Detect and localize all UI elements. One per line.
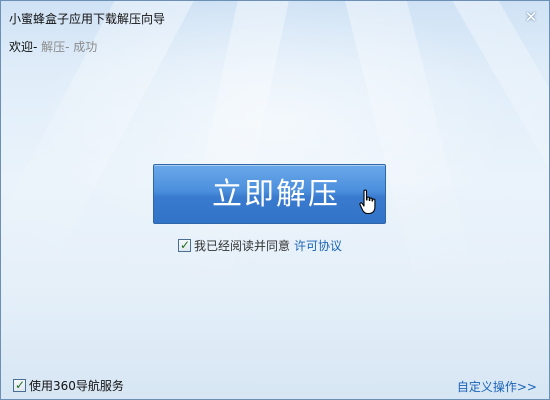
background-light-ray [176, 1, 301, 299]
close-icon[interactable]: ✕ [523, 9, 539, 25]
hand-pointer-icon [359, 189, 376, 215]
checkmark-icon: ✓ [180, 238, 191, 252]
title-bar[interactable]: 小蜜蜂盒子应用下载解压向导 ✕ [1, 1, 549, 33]
extract-now-label: 立即解压 [212, 177, 340, 212]
nav-service-row: ✓ 使用360导航服务 [13, 377, 124, 393]
background-light-ray [331, 1, 478, 298]
window-title: 小蜜蜂盒子应用下载解压向导 [9, 12, 166, 26]
custom-operation-link[interactable]: 自定义操作>> [457, 378, 537, 395]
nav-service-checkbox[interactable]: ✓ [13, 378, 26, 392]
step-remaining: 解压- 成功 [37, 40, 98, 54]
license-agreement-link[interactable]: 许可协议 [294, 239, 342, 253]
agreement-row: ✓ 我已经阅读并同意 许可协议 [178, 237, 342, 253]
checkmark-icon: ✓ [15, 378, 26, 392]
agreement-checkbox[interactable]: ✓ [178, 238, 191, 252]
step-breadcrumb: 欢迎- 解压- 成功 [9, 38, 97, 55]
installer-window: 小蜜蜂盒子应用下载解压向导 ✕ 欢迎- 解压- 成功 立即解压 ✓ 我已经阅读并同… [0, 0, 550, 400]
extract-now-button[interactable]: 立即解压 [153, 164, 386, 224]
agreement-text: 我已经阅读并同意 [194, 239, 291, 253]
nav-service-label: 使用360导航服务 [29, 379, 124, 393]
step-welcome: 欢迎- [9, 40, 38, 54]
